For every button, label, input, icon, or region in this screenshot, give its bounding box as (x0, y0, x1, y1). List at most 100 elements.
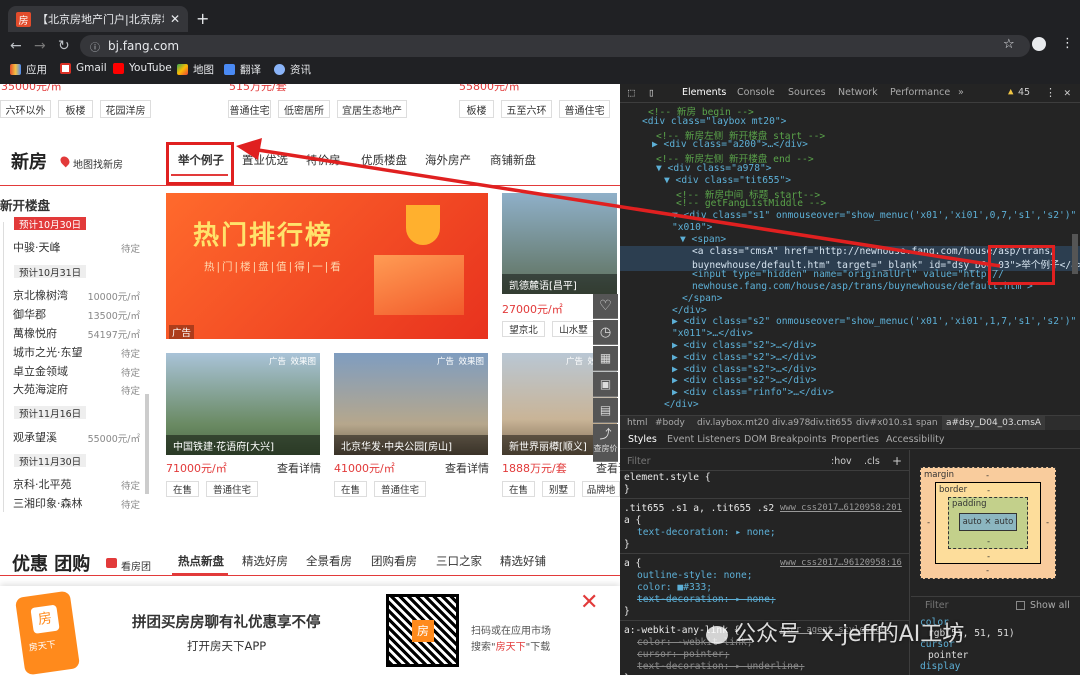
styles-tab-events[interactable]: Event Listeners (667, 434, 740, 445)
css-property[interactable]: text-decoration: ▸ underline; (637, 661, 805, 672)
dom-node-line[interactable]: ▼ <span> (680, 234, 726, 245)
css-property[interactable]: color: ■#333; (637, 582, 712, 593)
deals-tab-family[interactable]: 三口之家 (436, 553, 482, 569)
card-tag[interactable]: 品牌地 (582, 481, 620, 497)
card-tag[interactable]: 别墅 (542, 481, 575, 497)
css-property[interactable]: a { (624, 515, 641, 526)
ranking-banner[interactable]: 热门排行榜 热|门|楼|盘|值|得|一|看 广告 (166, 193, 488, 339)
hover-state-toggle[interactable]: :hov (831, 456, 852, 467)
breadcrumb-item[interactable]: div.tit655 (810, 418, 852, 428)
top-tag[interactable]: 花园洋房 (100, 100, 151, 118)
add-rule-icon[interactable]: + (892, 454, 902, 468)
card-tag[interactable]: 望京北 (502, 321, 545, 337)
breadcrumb-item[interactable]: div#x010.s1 (856, 418, 913, 428)
deals-tab-picked[interactable]: 精选好房 (242, 553, 288, 569)
map-find-link[interactable]: 地图找新房 (73, 156, 123, 171)
top-tag[interactable]: 普通住宅 (228, 100, 271, 118)
house-card-photo[interactable]: 凯德麓语[昌平] (502, 193, 617, 294)
history-clock-icon[interactable]: ◷ (593, 320, 618, 345)
top-tag[interactable]: 六环以外 (0, 100, 51, 118)
devtools-tab-performance[interactable]: Performance (890, 87, 950, 98)
tab-overseas[interactable]: 海外房产 (425, 152, 471, 168)
forward-icon[interactable]: → (34, 38, 46, 54)
breadcrumb-item[interactable]: a#dsy_D04_03.cmsA (942, 416, 1046, 430)
list-item[interactable]: 卓立金领域 (13, 363, 68, 379)
back-icon[interactable]: ← (10, 38, 22, 54)
devtools-more-tabs[interactable]: » (958, 87, 964, 98)
close-devtools-icon[interactable]: ✕ (1064, 86, 1071, 99)
styles-tab-dom-breakpoints[interactable]: DOM Breakpoints (744, 434, 827, 445)
card-tag[interactable]: 普通住宅 (374, 481, 426, 497)
app-qr-icon[interactable]: ▤ (593, 398, 618, 423)
bookmark-gmail[interactable]: Gmail (60, 62, 107, 74)
dom-node-line[interactable]: <div class="laybox mt20"> (642, 116, 786, 127)
top-tag[interactable]: 板楼 (58, 100, 93, 118)
reload-icon[interactable]: ↻ (58, 38, 70, 54)
card-tag[interactable]: 普通住宅 (206, 481, 258, 497)
css-property[interactable]: outline-style: none; (637, 570, 753, 581)
css-property[interactable]: cursor: pointer; (637, 649, 729, 660)
tab-discount[interactable]: 特价房 (306, 152, 341, 168)
dom-node-line[interactable]: ▶ <div class="s2" onmouseover="show_menu… (672, 316, 1080, 327)
computed-filter-input[interactable]: Filter (925, 600, 949, 611)
card-tag[interactable]: 在售 (166, 481, 199, 497)
card-tag[interactable]: 在售 (334, 481, 367, 497)
css-property[interactable]: text-decoration: ▸ none; (637, 594, 776, 605)
list-scrollbar[interactable] (145, 394, 149, 494)
address-bar[interactable]: ⓘ bj.fang.com (80, 35, 1030, 57)
devtools-menu-icon[interactable]: ⋮ (1045, 86, 1056, 99)
house-card-photo[interactable]: 广告 效果图 北京华发·中央公园[房山] (334, 353, 488, 455)
dom-node-line[interactable]: ▶ <div class="s2">…</div> (672, 375, 816, 386)
list-item[interactable]: 京北橡树湾 (13, 287, 68, 303)
bookmark-translate[interactable]: 翻译 (224, 62, 261, 77)
css-property[interactable]: text-decoration: ▸ none; (637, 527, 776, 538)
css-selector[interactable]: element.style { (624, 472, 711, 483)
devtools-tab-network[interactable]: Network (838, 87, 878, 98)
list-item[interactable]: 京科·北平苑 (13, 476, 72, 492)
card-tag[interactable]: 在售 (502, 481, 535, 497)
styles-tab-styles[interactable]: Styles (628, 434, 657, 445)
dom-node-line[interactable]: ▼ <div class="s1" onmouseover="show_menu… (672, 210, 1080, 221)
list-item[interactable]: 御华郡 (13, 306, 46, 322)
card-detail-link[interactable]: 查看详情 (277, 460, 321, 476)
top-tag[interactable]: 板楼 (459, 100, 494, 118)
devtools-tab-sources[interactable]: Sources (788, 87, 826, 98)
computed-prop[interactable]: display (920, 661, 960, 672)
breadcrumb-item[interactable]: span (916, 418, 938, 428)
bookmark-news[interactable]: 资讯 (274, 62, 311, 77)
dom-node-line[interactable]: ▼ <div class="tit655"> (664, 175, 791, 186)
dom-node-line[interactable]: ▶ <div class="s2">…</div> (672, 340, 816, 351)
bookmark-youtube[interactable]: YouTube (113, 62, 172, 74)
list-item[interactable]: 中骏·天峰 (13, 239, 61, 255)
dom-node-line[interactable]: </span> (682, 293, 722, 304)
devtools-tab-elements[interactable]: Elements (682, 87, 726, 98)
list-item[interactable]: 大苑海淀府 (13, 381, 68, 397)
css-property[interactable]: } (624, 606, 630, 617)
dom-node-line[interactable]: "x011">…</div> (672, 328, 753, 339)
dom-node-line[interactable]: newhouse.fang.com/house/asp/trans/buynew… (692, 281, 1033, 292)
bookmark-apps[interactable]: 应用 (10, 62, 47, 77)
show-all-checkbox[interactable] (1016, 601, 1025, 610)
css-source-link[interactable]: www_css2017…96120958:16 (780, 558, 902, 568)
dom-node-line[interactable]: <!-- getFangListMiddle --> (676, 198, 826, 209)
menu-dots-icon[interactable]: ⋮ (1061, 36, 1074, 51)
bookmark-star-icon[interactable]: ☆ (1003, 37, 1015, 52)
card-detail-link[interactable]: 查看详情 (445, 460, 489, 476)
bookmark-maps[interactable]: 地图 (177, 62, 214, 77)
css-selector[interactable]: a { (624, 558, 641, 569)
top-tag[interactable]: 宜居生态地产 (337, 100, 407, 118)
css-property[interactable]: } (624, 484, 630, 495)
close-promo-icon[interactable]: ✕ (580, 590, 598, 615)
inspect-element-icon[interactable]: ⬚ (628, 86, 635, 99)
dom-scrollbar[interactable] (1072, 234, 1078, 274)
dom-node-line[interactable]: ▼ <div class="a978"> (656, 163, 772, 174)
close-tab-icon[interactable]: ✕ (170, 12, 180, 26)
styles-tab-properties[interactable]: Properties (831, 434, 879, 445)
card-tag[interactable]: 山水墅 (552, 321, 595, 337)
dom-node-line[interactable]: "x010"> (672, 222, 712, 233)
browser-tab[interactable]: 房 【北京房地产门户|北京房地产网 ✕ (8, 6, 188, 32)
styles-tab-accessibility[interactable]: Accessibility (886, 434, 944, 445)
favorite-heart-icon[interactable]: ♡ (593, 294, 618, 319)
breadcrumb-item[interactable]: div.a978 (772, 418, 810, 428)
list-item[interactable]: 萬橡悦府 (13, 325, 57, 341)
